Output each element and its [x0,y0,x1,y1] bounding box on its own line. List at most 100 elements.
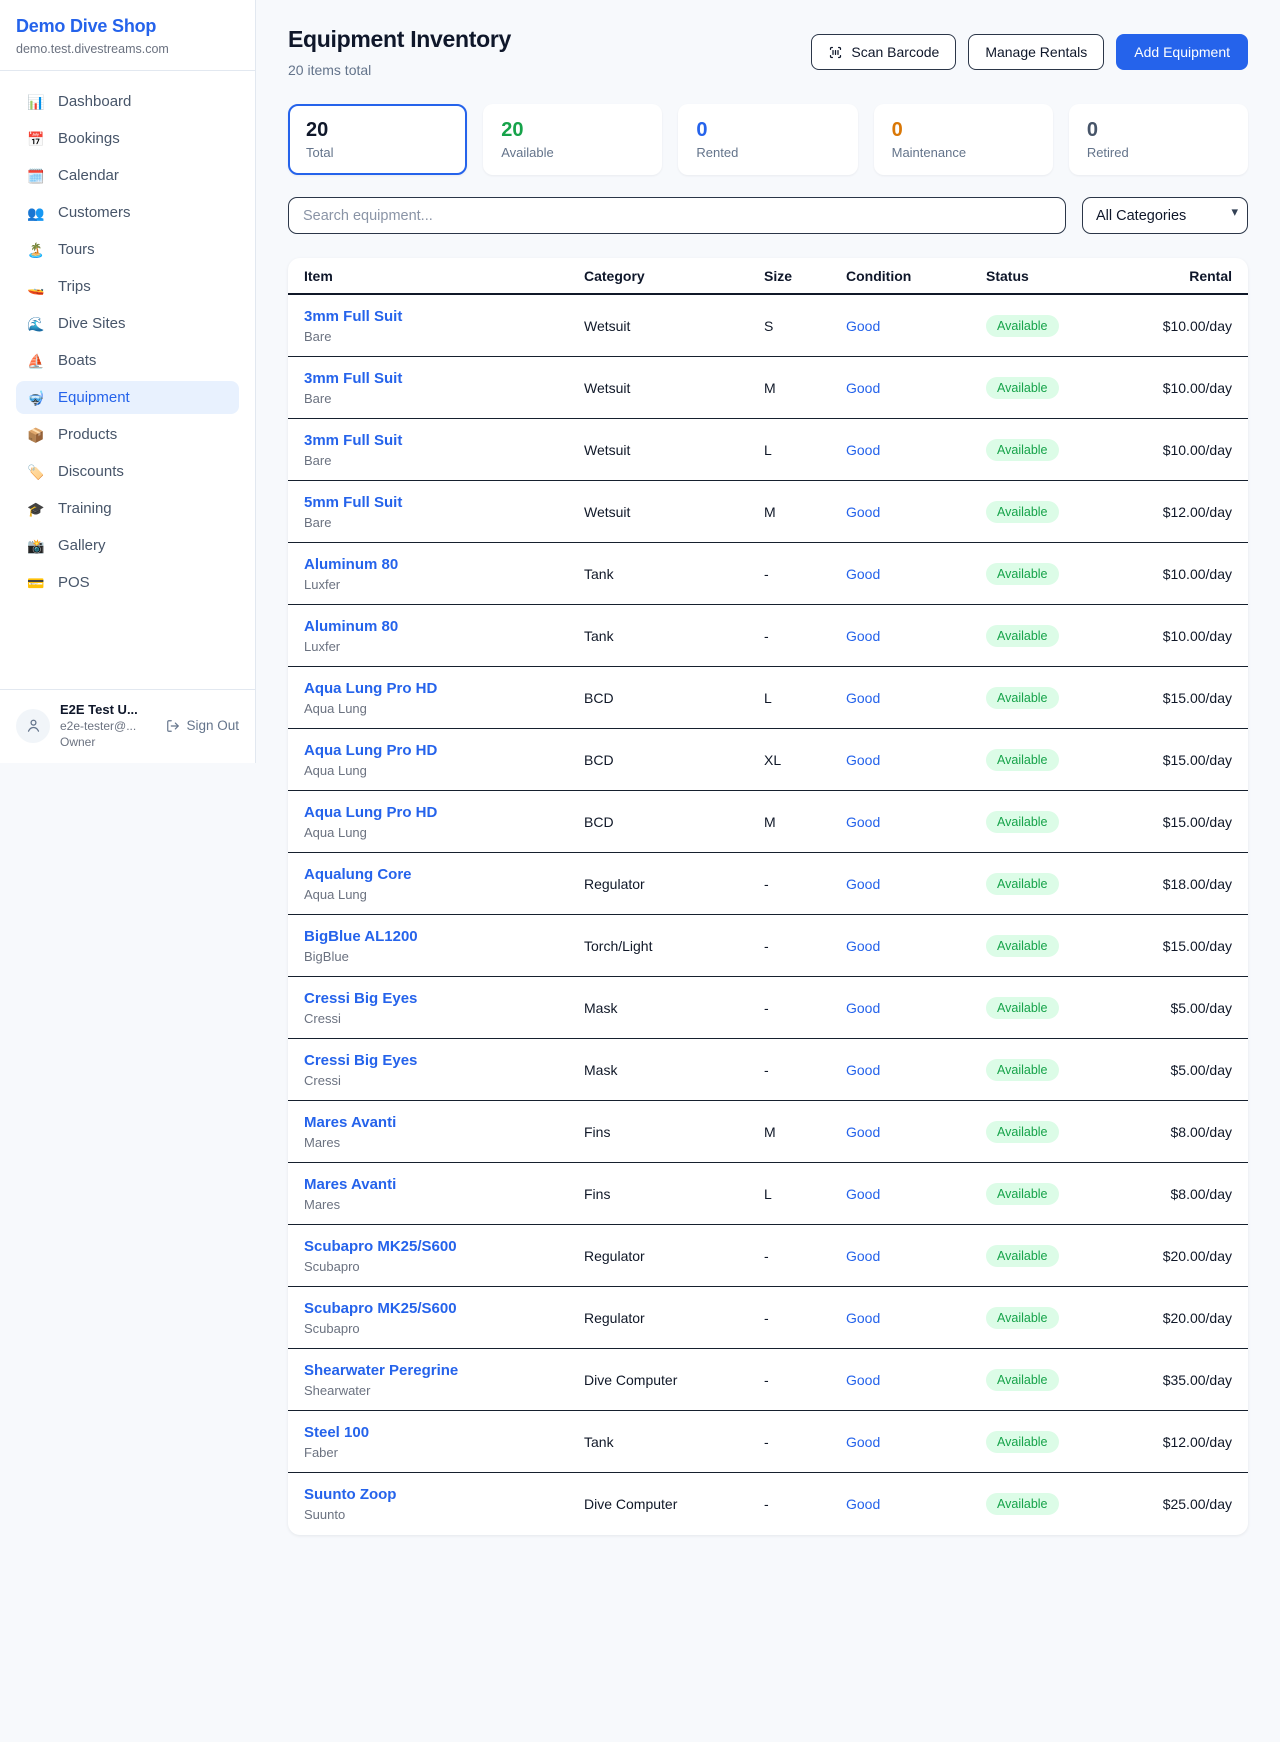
stat-card-available[interactable]: 20Available [483,104,662,175]
item-name-link[interactable]: 3mm Full Suit [304,370,584,387]
bookings-icon: 📅 [27,132,45,146]
item-name-link[interactable]: Aqualung Core [304,866,584,883]
item-name-link[interactable]: 5mm Full Suit [304,494,584,511]
stat-value: 20 [501,119,644,142]
sidebar-item-dashboard[interactable]: 📊Dashboard [16,85,239,118]
status-badge: Available [986,377,1059,399]
sidebar-item-customers[interactable]: 👥Customers [16,196,239,229]
item-name-link[interactable]: Scubapro MK25/S600 [304,1300,584,1317]
scan-barcode-button[interactable]: Scan Barcode [811,34,956,70]
gallery-icon: 📸 [27,539,45,553]
item-name-link[interactable]: Aqua Lung Pro HD [304,804,584,821]
size-cell: M [764,814,846,830]
item-brand: Suunto [304,1507,584,1522]
item-name-link[interactable]: Mares Avanti [304,1176,584,1193]
item-name-link[interactable]: Aluminum 80 [304,618,584,635]
dive-sites-icon: 🌊 [27,317,45,331]
stat-value: 0 [696,119,839,142]
stat-label: Maintenance [892,145,1035,160]
status-badge: Available [986,501,1059,523]
category-cell: Mask [584,1000,764,1016]
stat-card-total[interactable]: 20Total [288,104,467,175]
item-name-link[interactable]: Mares Avanti [304,1114,584,1131]
status-cell: Available [986,1059,1082,1081]
status-badge: Available [986,811,1059,833]
item-cell: Aqua Lung Pro HD Aqua Lung [304,742,584,778]
table-row: Cressi Big EyesCressiMask-GoodAvailable$… [288,977,1248,1039]
item-cell: Aqualung CoreAqua Lung [304,866,584,902]
item-name-link[interactable]: Cressi Big Eyes [304,990,584,1007]
table-row: Aqua Lung Pro HDAqua LungBCDLGoodAvailab… [288,667,1248,729]
sidebar-item-label: Equipment [58,389,130,406]
status-badge: Available [986,563,1059,585]
item-name-link[interactable]: Suunto Zoop [304,1486,584,1503]
category-dropdown[interactable]: All Categories [1082,197,1248,234]
status-cell: Available [986,625,1082,647]
sidebar-item-pos[interactable]: 💳POS [16,566,239,599]
item-name-link[interactable]: Steel 100 [304,1424,584,1441]
category-cell: Tank [584,628,764,644]
item-brand: Aqua Lung [304,763,584,778]
condition-cell: Good [846,1186,986,1202]
category-cell: Tank [584,1434,764,1450]
sidebar-item-bookings[interactable]: 📅Bookings [16,122,239,155]
size-cell: - [764,566,846,582]
sidebar-item-training[interactable]: 🎓Training [16,492,239,525]
manage-rentals-button[interactable]: Manage Rentals [968,34,1104,70]
stat-card-rented[interactable]: 0Rented [678,104,857,175]
category-cell: Dive Computer [584,1496,764,1512]
sign-out-button[interactable]: Sign Out [166,718,239,733]
table-row: Aqua Lung Pro HDAqua LungBCDMGoodAvailab… [288,791,1248,853]
category-select-wrap: All Categories ▾ [1082,197,1248,234]
item-name-link[interactable]: Shearwater Peregrine [304,1362,584,1379]
sidebar: Demo Dive Shop demo.test.divestreams.com… [0,0,256,763]
item-cell: Scubapro MK25/S600Scubapro [304,1238,584,1274]
stat-card-maintenance[interactable]: 0 Maintenance [874,104,1053,175]
table-row: Aluminum 80LuxferTank-GoodAvailable$10.0… [288,543,1248,605]
boats-icon: ⛵ [27,354,45,368]
barcode-scan-icon [828,45,843,60]
category-cell: BCD [584,752,764,768]
condition-cell: Good [846,1434,986,1450]
rental-cell: $8.00/day [1082,1124,1232,1140]
customers-icon: 👥 [27,206,45,220]
sidebar-item-tours[interactable]: 🏝️Tours [16,233,239,266]
item-name-link[interactable]: 3mm Full Suit [304,308,584,325]
item-cell: BigBlue AL1200BigBlue [304,928,584,964]
condition-cell: Good [846,628,986,644]
add-equipment-button[interactable]: Add Equipment [1116,34,1248,70]
condition-cell: Good [846,1248,986,1264]
stat-value: 0 [892,119,1035,142]
user-name: E2E Test U... [60,702,156,717]
search-input[interactable] [288,197,1066,234]
table-header-row: Item Category Size Condition Status Rent… [288,258,1248,295]
item-brand: Aqua Lung [304,701,584,716]
sidebar-item-calendar[interactable]: 🗓️Calendar [16,159,239,192]
equipment-table: Item Category Size Condition Status Rent… [288,258,1248,1535]
condition-cell: Good [846,318,986,334]
item-name-link[interactable]: Aqua Lung Pro HD [304,680,584,697]
item-name-link[interactable]: Scubapro MK25/S600 [304,1238,584,1255]
item-name-link[interactable]: Aqua Lung Pro HD [304,742,584,759]
user-meta: E2E Test U... e2e-tester@... Owner [60,702,156,749]
item-name-link[interactable]: 3mm Full Suit [304,432,584,449]
condition-cell: Good [846,814,986,830]
size-cell: - [764,1062,846,1078]
sidebar-item-products[interactable]: 📦Products [16,418,239,451]
item-name-link[interactable]: BigBlue AL1200 [304,928,584,945]
sidebar-item-gallery[interactable]: 📸Gallery [16,529,239,562]
sidebar-item-dive-sites[interactable]: 🌊Dive Sites [16,307,239,340]
sidebar-item-boats[interactable]: ⛵Boats [16,344,239,377]
pos-icon: 💳 [27,576,45,590]
sidebar-item-discounts[interactable]: 🏷️Discounts [16,455,239,488]
sidebar-item-equipment[interactable]: 🤿Equipment [16,381,239,414]
sidebar-item-trips[interactable]: 🚤Trips [16,270,239,303]
tours-icon: 🏝️ [27,243,45,257]
rental-cell: $20.00/day [1082,1310,1232,1326]
stat-card-retired[interactable]: 0Retired [1069,104,1248,175]
condition-cell: Good [846,876,986,892]
rental-cell: $10.00/day [1082,442,1232,458]
item-name-link[interactable]: Cressi Big Eyes [304,1052,584,1069]
table-body: 3mm Full SuitBareWetsuitSGoodAvailable$1… [288,295,1248,1535]
item-name-link[interactable]: Aluminum 80 [304,556,584,573]
